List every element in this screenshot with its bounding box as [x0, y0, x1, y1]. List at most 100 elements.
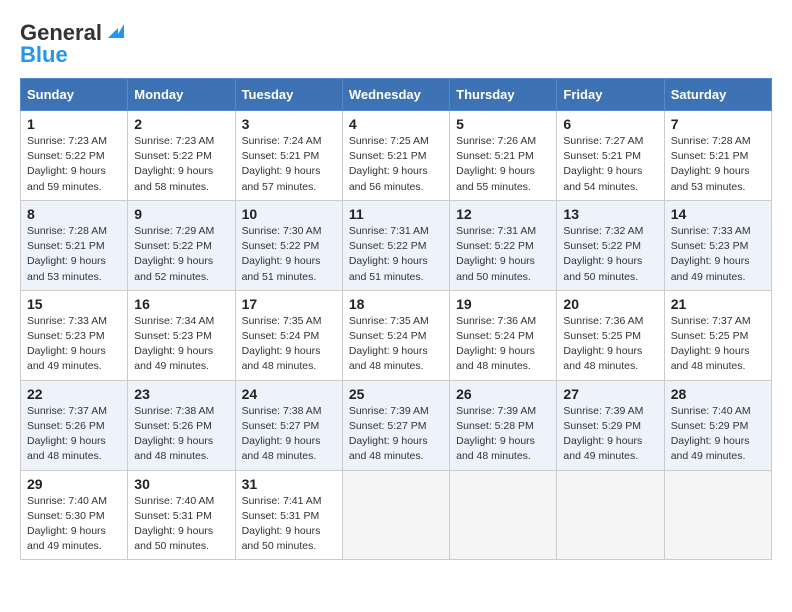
day-info: Sunrise: 7:30 AMSunset: 5:22 PMDaylight:… [242, 224, 336, 285]
calendar-cell: 18 Sunrise: 7:35 AMSunset: 5:24 PMDaylig… [342, 290, 449, 380]
header-row: Sunday Monday Tuesday Wednesday Thursday… [21, 79, 772, 111]
calendar-cell: 2 Sunrise: 7:23 AMSunset: 5:22 PMDayligh… [128, 111, 235, 201]
day-info: Sunrise: 7:28 AMSunset: 5:21 PMDaylight:… [671, 134, 765, 195]
calendar-cell: 21 Sunrise: 7:37 AMSunset: 5:25 PMDaylig… [664, 290, 771, 380]
day-info: Sunrise: 7:26 AMSunset: 5:21 PMDaylight:… [456, 134, 550, 195]
calendar-cell: 13 Sunrise: 7:32 AMSunset: 5:22 PMDaylig… [557, 200, 664, 290]
day-number: 8 [27, 206, 121, 222]
day-number: 15 [27, 296, 121, 312]
header-saturday: Saturday [664, 79, 771, 111]
day-info: Sunrise: 7:36 AMSunset: 5:25 PMDaylight:… [563, 314, 657, 375]
day-info: Sunrise: 7:36 AMSunset: 5:24 PMDaylight:… [456, 314, 550, 375]
day-info: Sunrise: 7:33 AMSunset: 5:23 PMDaylight:… [671, 224, 765, 285]
calendar-cell: 6 Sunrise: 7:27 AMSunset: 5:21 PMDayligh… [557, 111, 664, 201]
day-number: 25 [349, 386, 443, 402]
calendar-cell: 25 Sunrise: 7:39 AMSunset: 5:27 PMDaylig… [342, 380, 449, 470]
calendar-week-5: 29 Sunrise: 7:40 AMSunset: 5:30 PMDaylig… [21, 470, 772, 560]
day-info: Sunrise: 7:34 AMSunset: 5:23 PMDaylight:… [134, 314, 228, 375]
day-number: 5 [456, 116, 550, 132]
day-number: 2 [134, 116, 228, 132]
calendar-cell: 8 Sunrise: 7:28 AMSunset: 5:21 PMDayligh… [21, 200, 128, 290]
day-number: 14 [671, 206, 765, 222]
day-number: 7 [671, 116, 765, 132]
calendar-table: Sunday Monday Tuesday Wednesday Thursday… [20, 78, 772, 560]
day-number: 31 [242, 476, 336, 492]
calendar-cell [557, 470, 664, 560]
calendar-cell: 23 Sunrise: 7:38 AMSunset: 5:26 PMDaylig… [128, 380, 235, 470]
day-number: 26 [456, 386, 550, 402]
day-info: Sunrise: 7:33 AMSunset: 5:23 PMDaylight:… [27, 314, 121, 375]
day-number: 27 [563, 386, 657, 402]
day-info: Sunrise: 7:25 AMSunset: 5:21 PMDaylight:… [349, 134, 443, 195]
calendar-cell: 17 Sunrise: 7:35 AMSunset: 5:24 PMDaylig… [235, 290, 342, 380]
calendar-cell: 9 Sunrise: 7:29 AMSunset: 5:22 PMDayligh… [128, 200, 235, 290]
calendar-cell: 3 Sunrise: 7:24 AMSunset: 5:21 PMDayligh… [235, 111, 342, 201]
day-number: 30 [134, 476, 228, 492]
calendar-week-3: 15 Sunrise: 7:33 AMSunset: 5:23 PMDaylig… [21, 290, 772, 380]
day-number: 29 [27, 476, 121, 492]
calendar-cell: 28 Sunrise: 7:40 AMSunset: 5:29 PMDaylig… [664, 380, 771, 470]
day-number: 13 [563, 206, 657, 222]
day-info: Sunrise: 7:40 AMSunset: 5:29 PMDaylight:… [671, 404, 765, 465]
day-info: Sunrise: 7:35 AMSunset: 5:24 PMDaylight:… [242, 314, 336, 375]
header-sunday: Sunday [21, 79, 128, 111]
calendar-cell: 5 Sunrise: 7:26 AMSunset: 5:21 PMDayligh… [450, 111, 557, 201]
day-info: Sunrise: 7:39 AMSunset: 5:27 PMDaylight:… [349, 404, 443, 465]
day-number: 20 [563, 296, 657, 312]
calendar-week-1: 1 Sunrise: 7:23 AMSunset: 5:22 PMDayligh… [21, 111, 772, 201]
day-info: Sunrise: 7:31 AMSunset: 5:22 PMDaylight:… [349, 224, 443, 285]
page-header: General Blue [20, 20, 772, 68]
day-number: 10 [242, 206, 336, 222]
calendar-cell: 31 Sunrise: 7:41 AMSunset: 5:31 PMDaylig… [235, 470, 342, 560]
calendar-cell: 20 Sunrise: 7:36 AMSunset: 5:25 PMDaylig… [557, 290, 664, 380]
day-number: 23 [134, 386, 228, 402]
day-number: 21 [671, 296, 765, 312]
calendar-cell: 7 Sunrise: 7:28 AMSunset: 5:21 PMDayligh… [664, 111, 771, 201]
day-number: 3 [242, 116, 336, 132]
day-number: 18 [349, 296, 443, 312]
calendar-cell: 29 Sunrise: 7:40 AMSunset: 5:30 PMDaylig… [21, 470, 128, 560]
calendar-cell: 16 Sunrise: 7:34 AMSunset: 5:23 PMDaylig… [128, 290, 235, 380]
calendar-cell [664, 470, 771, 560]
day-info: Sunrise: 7:35 AMSunset: 5:24 PMDaylight:… [349, 314, 443, 375]
header-tuesday: Tuesday [235, 79, 342, 111]
day-number: 28 [671, 386, 765, 402]
calendar-cell: 11 Sunrise: 7:31 AMSunset: 5:22 PMDaylig… [342, 200, 449, 290]
header-monday: Monday [128, 79, 235, 111]
day-number: 9 [134, 206, 228, 222]
day-info: Sunrise: 7:41 AMSunset: 5:31 PMDaylight:… [242, 494, 336, 555]
day-info: Sunrise: 7:29 AMSunset: 5:22 PMDaylight:… [134, 224, 228, 285]
calendar-cell: 4 Sunrise: 7:25 AMSunset: 5:21 PMDayligh… [342, 111, 449, 201]
day-info: Sunrise: 7:38 AMSunset: 5:27 PMDaylight:… [242, 404, 336, 465]
calendar-cell [450, 470, 557, 560]
day-info: Sunrise: 7:40 AMSunset: 5:31 PMDaylight:… [134, 494, 228, 555]
calendar-cell: 15 Sunrise: 7:33 AMSunset: 5:23 PMDaylig… [21, 290, 128, 380]
logo-blue: Blue [20, 42, 68, 68]
header-friday: Friday [557, 79, 664, 111]
header-wednesday: Wednesday [342, 79, 449, 111]
day-info: Sunrise: 7:24 AMSunset: 5:21 PMDaylight:… [242, 134, 336, 195]
day-info: Sunrise: 7:31 AMSunset: 5:22 PMDaylight:… [456, 224, 550, 285]
day-info: Sunrise: 7:32 AMSunset: 5:22 PMDaylight:… [563, 224, 657, 285]
header-thursday: Thursday [450, 79, 557, 111]
calendar-cell: 30 Sunrise: 7:40 AMSunset: 5:31 PMDaylig… [128, 470, 235, 560]
day-number: 16 [134, 296, 228, 312]
day-number: 4 [349, 116, 443, 132]
calendar-cell: 22 Sunrise: 7:37 AMSunset: 5:26 PMDaylig… [21, 380, 128, 470]
day-info: Sunrise: 7:39 AMSunset: 5:28 PMDaylight:… [456, 404, 550, 465]
calendar-week-2: 8 Sunrise: 7:28 AMSunset: 5:21 PMDayligh… [21, 200, 772, 290]
calendar-cell [342, 470, 449, 560]
day-number: 12 [456, 206, 550, 222]
day-number: 11 [349, 206, 443, 222]
day-info: Sunrise: 7:39 AMSunset: 5:29 PMDaylight:… [563, 404, 657, 465]
calendar-cell: 12 Sunrise: 7:31 AMSunset: 5:22 PMDaylig… [450, 200, 557, 290]
day-number: 24 [242, 386, 336, 402]
day-info: Sunrise: 7:37 AMSunset: 5:25 PMDaylight:… [671, 314, 765, 375]
calendar-cell: 24 Sunrise: 7:38 AMSunset: 5:27 PMDaylig… [235, 380, 342, 470]
calendar-cell: 1 Sunrise: 7:23 AMSunset: 5:22 PMDayligh… [21, 111, 128, 201]
day-number: 17 [242, 296, 336, 312]
logo-icon [104, 20, 126, 42]
day-info: Sunrise: 7:37 AMSunset: 5:26 PMDaylight:… [27, 404, 121, 465]
day-info: Sunrise: 7:38 AMSunset: 5:26 PMDaylight:… [134, 404, 228, 465]
day-number: 1 [27, 116, 121, 132]
